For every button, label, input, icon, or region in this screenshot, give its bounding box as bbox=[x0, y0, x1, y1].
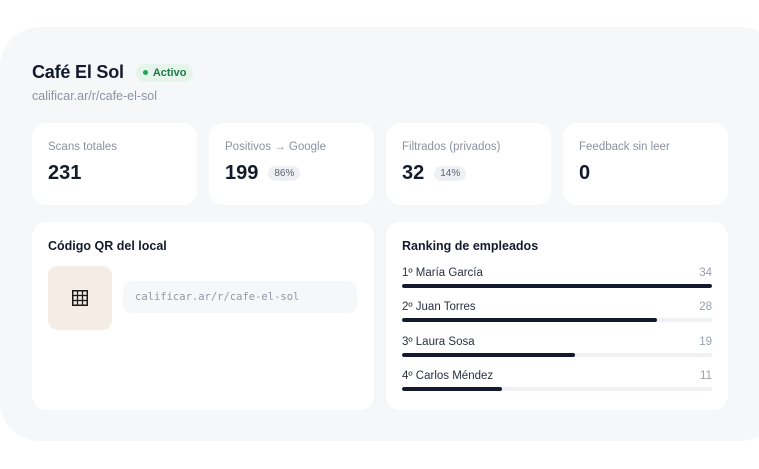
status-badge: Activo bbox=[135, 63, 194, 82]
percent-badge: 14% bbox=[434, 166, 467, 181]
employee-name: 4º Carlos Méndez bbox=[402, 370, 494, 382]
ranking-row: 4º Carlos Méndez 11 bbox=[402, 370, 712, 391]
qr-code-thumbnail[interactable] bbox=[48, 266, 112, 330]
business-name: Café El Sol bbox=[32, 62, 124, 82]
qr-card: Código QR del local calificar.ar/r/cafe-… bbox=[32, 222, 374, 410]
ranking-row: 1º María García 34 bbox=[402, 267, 712, 288]
status-label: Activo bbox=[152, 66, 187, 79]
ranking-card: Ranking de empleados 1º María García 34 … bbox=[386, 222, 728, 410]
employee-score: 19 bbox=[699, 336, 712, 348]
stat-value: 0 bbox=[579, 162, 591, 184]
business-url[interactable]: calificar.ar/r/cafe-el-sol bbox=[32, 89, 193, 103]
employee-score: 11 bbox=[700, 370, 712, 382]
score-bar-fill bbox=[402, 284, 712, 288]
stat-card-filtered: Filtrados (privados) 32 14% bbox=[386, 123, 551, 205]
stat-card-scans: Scans totales 231 bbox=[32, 123, 197, 205]
qr-card-title: Código QR del local bbox=[48, 239, 167, 253]
stat-value: 231 bbox=[48, 162, 82, 184]
score-bar-fill bbox=[402, 387, 503, 391]
stat-value: 199 bbox=[225, 162, 259, 184]
stat-label: Positivos → Google bbox=[225, 141, 326, 153]
score-bar-track bbox=[402, 387, 712, 391]
qr-code-icon bbox=[72, 290, 88, 306]
employee-name: 3º Laura Sosa bbox=[402, 336, 475, 348]
score-bar-fill bbox=[402, 353, 576, 357]
percent-badge: 86% bbox=[268, 166, 301, 181]
stat-card-positive: Positivos → Google 199 86% bbox=[209, 123, 374, 205]
score-bar-track bbox=[402, 284, 712, 288]
business-header: Café El Sol Activo calificar.ar/r/cafe-e… bbox=[32, 62, 194, 103]
employee-score: 34 bbox=[699, 267, 712, 279]
score-bar-fill bbox=[402, 318, 658, 322]
stat-value: 32 bbox=[402, 162, 425, 184]
stat-card-feedback: Feedback sin leer 0 bbox=[563, 123, 728, 205]
employee-score: 28 bbox=[699, 301, 712, 313]
ranking-title: Ranking de empleados bbox=[402, 239, 539, 253]
qr-url-field[interactable]: calificar.ar/r/cafe-el-sol bbox=[123, 281, 357, 313]
score-bar-track bbox=[402, 353, 712, 357]
ranking-row: 2º Juan Torres 28 bbox=[402, 301, 712, 322]
status-dot-icon bbox=[142, 70, 148, 75]
stat-label: Scans totales bbox=[48, 141, 118, 153]
employee-name: 2º Juan Torres bbox=[402, 301, 476, 313]
ranking-row: 3º Laura Sosa 19 bbox=[402, 336, 712, 357]
stat-label: Filtrados (privados) bbox=[402, 141, 501, 153]
employee-name: 1º María García bbox=[402, 267, 483, 279]
stat-label: Feedback sin leer bbox=[579, 141, 670, 153]
score-bar-track bbox=[402, 318, 712, 322]
